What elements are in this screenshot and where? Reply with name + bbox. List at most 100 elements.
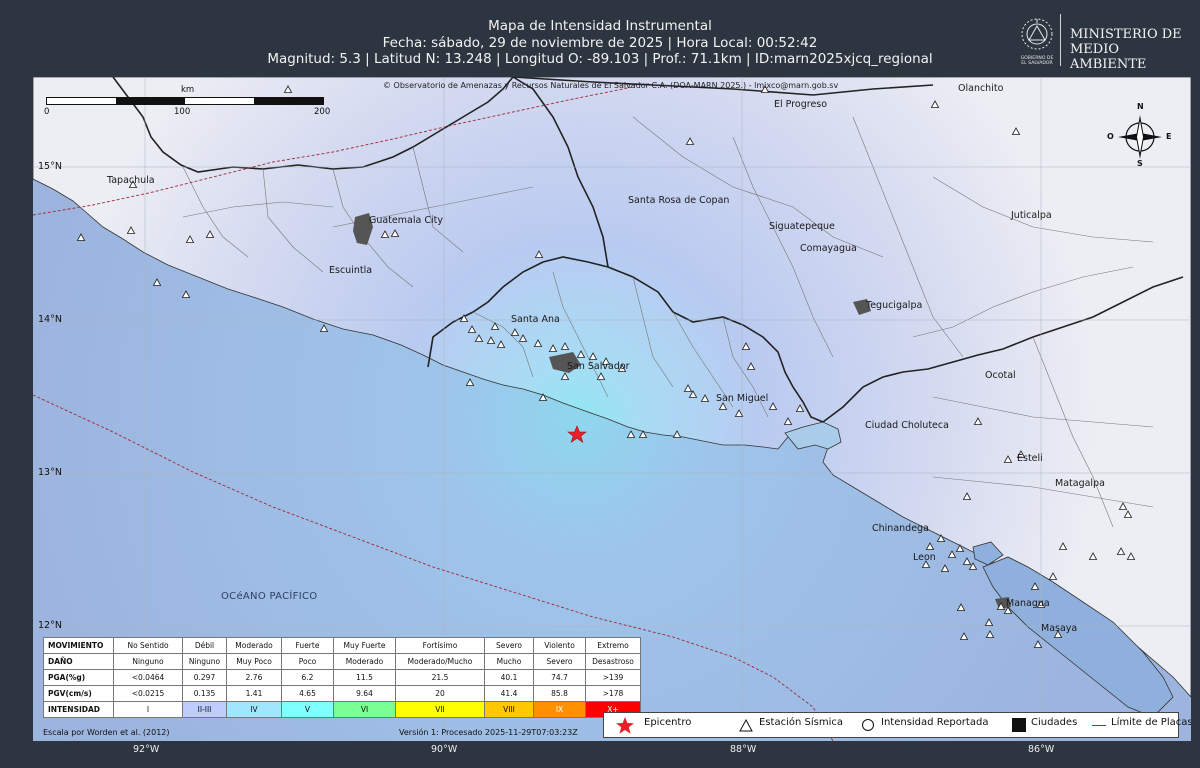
- lat-label: 14°N: [38, 314, 62, 325]
- intensity-cell: Moderado/Mucho: [395, 653, 485, 670]
- plate-boundary-icon: [1092, 725, 1106, 726]
- city-label: Chinandega: [872, 523, 929, 534]
- city-label: El Progreso: [774, 99, 828, 110]
- ministry-name: MINISTERIO DE MEDIO AMBIENTE: [1070, 27, 1196, 72]
- lon-label: 86°W: [1028, 744, 1055, 755]
- city-label: Leon: [913, 552, 936, 563]
- intensity-cell: I: [113, 701, 183, 718]
- intensity-cell: Ninguno: [113, 653, 183, 670]
- city-label: Siguatepeque: [769, 221, 835, 232]
- city-label: Ocotal: [985, 370, 1016, 381]
- compass-south: S: [1137, 159, 1143, 168]
- scale-reference-note: Escala por Worden et al. (2012): [43, 728, 170, 737]
- intensity-cell: Fuerte: [281, 637, 334, 654]
- ocean-label: OCéANO PACÍFICO: [221, 591, 318, 602]
- intensity-cell: 85.8: [533, 685, 586, 702]
- cities-icon: [1012, 718, 1026, 732]
- svg-text:EL SALVADOR: EL SALVADOR: [1021, 60, 1053, 66]
- intensity-cell: 0.297: [182, 669, 227, 686]
- intensity-cell: Violento: [533, 637, 586, 654]
- city-label: San Miguel: [716, 393, 769, 404]
- city-label: Olanchito: [958, 83, 1004, 94]
- intensity-cell: >139: [585, 669, 641, 686]
- event-parameters-line: Magnitud: 5.3 | Latitud N: 13.248 | Long…: [267, 51, 933, 67]
- compass-east: E: [1166, 132, 1172, 141]
- intensity-cell: <0.0464: [113, 669, 183, 686]
- city-label: Comayagua: [800, 243, 857, 254]
- intensity-cell: Muy Poco: [226, 653, 282, 670]
- government-seal-icon: GOBIERNO DE EL SALVADOR: [1021, 18, 1054, 66]
- city-label: Ciudad Choluteca: [865, 420, 949, 431]
- intensity-cell: 9.64: [333, 685, 396, 702]
- city-label: Esteli: [1017, 453, 1043, 464]
- intensity-row-header: PGV(cm/s): [43, 685, 114, 702]
- scale-tick-100: 100: [174, 107, 191, 117]
- ministry-name-line1: MINISTERIO DE: [1070, 27, 1182, 42]
- intensity-cell: 41.4: [484, 685, 534, 702]
- intensity-cell: Severo: [533, 653, 586, 670]
- lon-label: 88°W: [730, 744, 757, 755]
- ministry-name-line2: MEDIO AMBIENTE: [1070, 42, 1147, 72]
- legend-station-label: Estación Sísmica: [759, 717, 843, 728]
- seismic-station-icon: [739, 719, 753, 732]
- intensity-cell: No Sentido: [113, 637, 183, 654]
- lon-label: 92°W: [133, 744, 160, 755]
- epicenter-icon: [616, 717, 634, 734]
- map-legend: Epicentro Estación Sísmica Intensidad Re…: [603, 712, 1191, 738]
- intensity-cell: VII: [395, 701, 485, 718]
- intensity-table-row: MOVIMIENTO No Sentido Débil Moderado Fuerte M…: [43, 637, 641, 654]
- scale-tick-0: 0: [44, 107, 50, 117]
- legend-reported-label: Intensidad Reportada: [881, 717, 989, 728]
- compass-west: O: [1107, 132, 1114, 141]
- lat-label: 15°N: [38, 161, 62, 172]
- intensity-cell: VI: [333, 701, 396, 718]
- map-header: Mapa de Intensidad Instrumental Fecha: s…: [0, 0, 1200, 76]
- intensity-cell: Moderado: [226, 637, 282, 654]
- intensity-cell: V: [281, 701, 334, 718]
- intensity-scale-table: MOVIMIENTO No Sentido Débil Moderado Fuerte M…: [43, 637, 641, 718]
- version-note: Versión 1: Procesado 2025-11-29T07:03:23…: [399, 728, 578, 737]
- intensity-cell: 11.5: [333, 669, 396, 686]
- ministry-logo: GOBIERNO DE EL SALVADOR MINISTERIO DE ME…: [1010, 10, 1195, 72]
- scale-tick-200: 200: [314, 107, 331, 117]
- intensity-cell: 4.65: [281, 685, 334, 702]
- intensity-cell: 2.76: [226, 669, 282, 686]
- intensity-row-header: INTENSIDAD: [43, 701, 114, 718]
- city-label: Santa Rosa de Copan: [628, 195, 730, 206]
- intensity-cell: >178: [585, 685, 641, 702]
- compass-rose-icon: N S E O: [1105, 97, 1175, 168]
- city-label: Matagalpa: [1055, 478, 1105, 489]
- scale-bar-track: [46, 97, 324, 105]
- intensity-cell: IX: [533, 701, 586, 718]
- intensity-cell: 40.1: [484, 669, 534, 686]
- intensity-cell: Muy Fuerte: [333, 637, 396, 654]
- city-label: Tapachula: [107, 175, 155, 186]
- intensity-cell: 21.5: [395, 669, 485, 686]
- intensity-cell: 0.135: [182, 685, 227, 702]
- compass-north: N: [1137, 102, 1144, 111]
- scale-bar: km 0 100 200: [41, 85, 331, 123]
- intensity-table-row: PGA(%g) <0.0464 0.297 2.76 6.2 11.5 21.5 40.1 74…: [43, 669, 641, 686]
- city-label: Juticalpa: [1011, 210, 1052, 221]
- lon-label: 90°W: [431, 744, 458, 755]
- intensity-map[interactable]: © Observatorio de Amenazas y Recursos Na…: [33, 77, 1191, 741]
- logo-divider: [1060, 14, 1061, 66]
- legend-epicenter-label: Epicentro: [644, 717, 692, 728]
- map-title: Mapa de Intensidad Instrumental: [488, 18, 712, 34]
- legend-cities-label: Ciudades: [1031, 717, 1078, 728]
- intensity-table-row: PGV(cm/s) <0.0215 0.135 1.41 4.65 9.64 20 41.4 8…: [43, 685, 641, 702]
- intensity-cell: 1.41: [226, 685, 282, 702]
- intensity-cell: 20: [395, 685, 485, 702]
- intensity-row-header: MOVIMIENTO: [43, 637, 114, 654]
- event-date-line: Fecha: sábado, 29 de noviembre de 2025 |…: [382, 35, 818, 51]
- city-label: Guatemala City: [369, 215, 443, 226]
- city-label: San Salvador: [567, 361, 630, 372]
- lat-label: 12°N: [38, 620, 62, 631]
- city-label: Escuintla: [329, 265, 373, 276]
- city-label: Masaya: [1041, 623, 1078, 634]
- reported-intensity-icon: [862, 719, 874, 731]
- copyright-notice: © Observatorio de Amenazas y Recursos Na…: [383, 81, 839, 90]
- city-label: Managua: [1006, 598, 1050, 609]
- intensity-cell: II-III: [182, 701, 227, 718]
- intensity-cell: Poco: [281, 653, 334, 670]
